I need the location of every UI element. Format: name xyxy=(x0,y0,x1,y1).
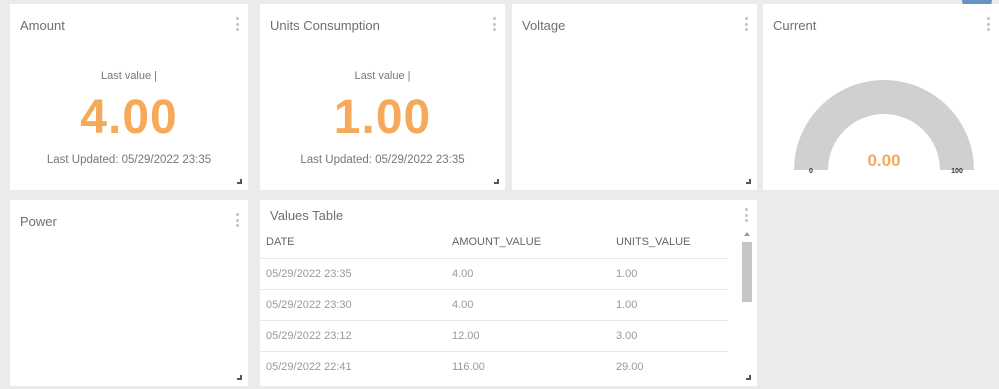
table-row[interactable]: 05/29/2022 22:41 116.00 29.00 xyxy=(260,351,728,382)
power-widget: Power 0.000100 xyxy=(10,200,248,386)
resize-handle-icon[interactable] xyxy=(494,179,499,184)
metric-value: 4.00 xyxy=(80,91,178,144)
cell-amount: 116.00 xyxy=(446,351,610,382)
units-consumption-widget: Units Consumption Last value | 1.00 Last… xyxy=(260,4,505,190)
gauge-min-label: 0 xyxy=(809,168,813,175)
gauge-chart: 0.00 0 100 xyxy=(794,80,974,175)
last-updated-text: Last Updated: 05/29/2022 23:35 xyxy=(46,154,212,166)
cell-date: 05/29/2022 23:30 xyxy=(260,289,446,321)
cell-date: 05/29/2022 23:35 xyxy=(260,258,446,290)
cell-units: 29.00 xyxy=(610,351,728,382)
gauge-chart: 230.000400 xyxy=(512,4,757,190)
cell-date: 05/29/2022 22:41 xyxy=(260,351,446,382)
current-widget: Current 0.00 0 100 xyxy=(763,4,999,190)
scroll-up-arrow-icon[interactable] xyxy=(744,232,750,236)
cell-amount: 4.00 xyxy=(446,289,610,321)
column-header-amount[interactable]: AMOUNT_VALUE xyxy=(446,226,610,259)
cell-units: 1.00 xyxy=(610,289,728,321)
values-table: DATE AMOUNT_VALUE UNITS_VALUE 05/29/2022… xyxy=(260,226,728,382)
metric-value: 1.00 xyxy=(333,91,432,144)
last-value-label: Last value | xyxy=(354,70,411,82)
column-header-date[interactable]: DATE xyxy=(260,226,446,259)
cell-units: 3.00 xyxy=(610,320,728,352)
column-header-units[interactable]: UNITS_VALUE xyxy=(610,226,728,259)
last-updated-text: Last Updated: 05/29/2022 23:35 xyxy=(300,154,465,166)
widget-title: Values Table xyxy=(270,208,344,223)
resize-handle-icon[interactable] xyxy=(237,179,242,184)
widget-title: Amount xyxy=(20,18,65,33)
resize-handle-icon[interactable] xyxy=(237,375,242,380)
cell-date: 05/29/2022 23:12 xyxy=(260,320,446,352)
resize-handle-icon[interactable] xyxy=(746,179,751,184)
widget-title: Units Consumption xyxy=(270,18,380,33)
table-row[interactable]: 05/29/2022 23:12 12.00 3.00 xyxy=(260,320,728,352)
amount-widget: Amount Last value | 4.00 Last Updated: 0… xyxy=(10,4,248,190)
voltage-widget: Voltage 230.000400 xyxy=(512,4,757,190)
scrollbar-thumb[interactable] xyxy=(742,242,752,302)
gauge-chart: 0.000100 xyxy=(10,200,248,386)
table-row[interactable]: 05/29/2022 23:30 4.00 1.00 xyxy=(260,289,728,321)
gauge-value: 0.00 xyxy=(867,151,900,170)
kebab-menu-icon[interactable] xyxy=(493,17,497,31)
table-row[interactable]: 05/29/2022 23:35 4.00 1.00 xyxy=(260,258,728,290)
cell-units: 1.00 xyxy=(610,258,728,290)
last-value-label: Last value | xyxy=(100,70,158,82)
kebab-menu-icon[interactable] xyxy=(236,17,240,31)
table-scrollbar[interactable] xyxy=(742,232,752,382)
cell-amount: 4.00 xyxy=(446,258,610,290)
table-header-row: DATE AMOUNT_VALUE UNITS_VALUE xyxy=(260,226,728,259)
kebab-menu-icon[interactable] xyxy=(745,208,749,222)
resize-handle-icon[interactable] xyxy=(746,375,751,380)
gauge-max-label: 100 xyxy=(951,168,963,175)
cell-amount: 12.00 xyxy=(446,320,610,352)
